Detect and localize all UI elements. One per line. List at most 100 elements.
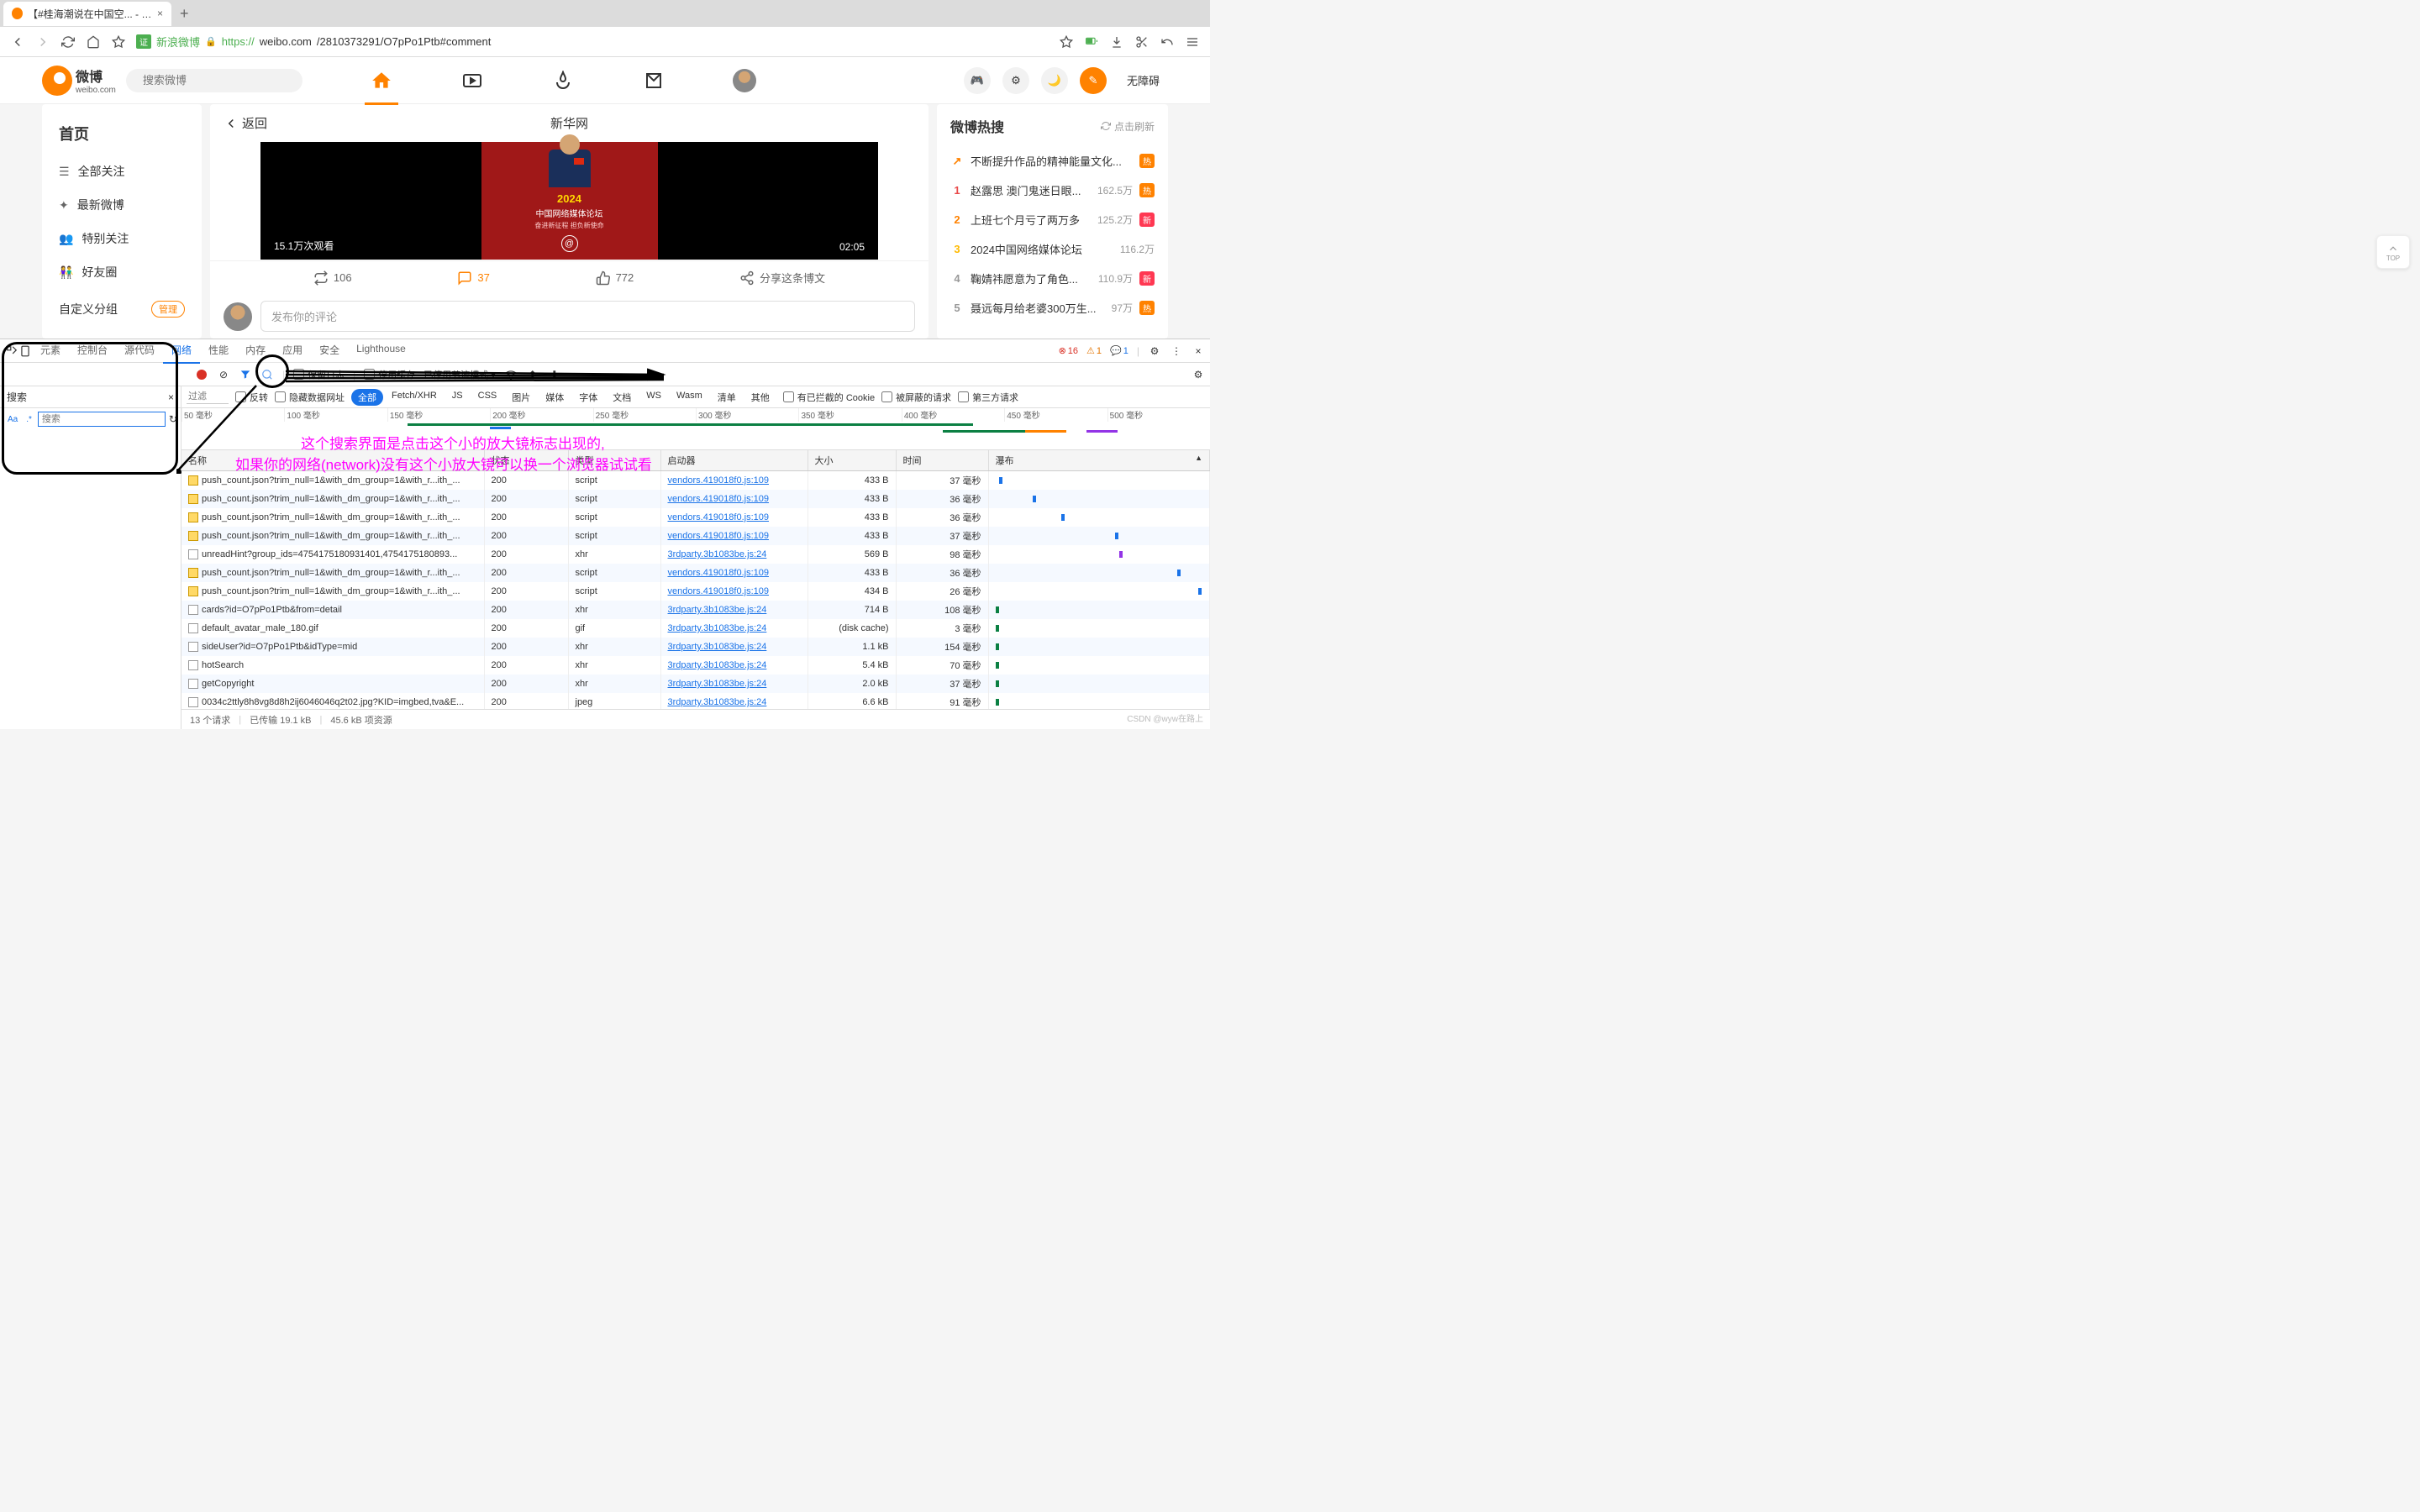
col-type[interactable]: 类型 [568, 450, 660, 471]
devtools-tab[interactable]: 源代码 [116, 338, 163, 364]
network-row[interactable]: push_count.json?trim_null=1&with_dm_grou… [182, 582, 1210, 601]
col-name[interactable]: 名称 [182, 450, 484, 471]
back-icon[interactable] [10, 34, 25, 50]
bookmark-icon[interactable] [1059, 34, 1074, 50]
devtools-tab[interactable]: Lighthouse [348, 338, 414, 364]
disable-cache-checkbox[interactable]: 停用缓存 [364, 368, 415, 381]
network-row[interactable]: push_count.json?trim_null=1&with_dm_grou… [182, 564, 1210, 582]
scroll-top-button[interactable]: TOP [2376, 235, 2410, 269]
cell-initiator[interactable]: 3rdparty.3b1083be.js:24 [660, 638, 808, 656]
browser-tab[interactable]: 【#桂海潮说在中国空... - @新 × [3, 2, 171, 26]
upload-icon[interactable]: ⬆ [526, 368, 539, 381]
undo-icon[interactable] [1160, 34, 1175, 50]
col-initiator[interactable]: 启动器 [660, 450, 808, 471]
filter-chip[interactable]: Wasm [670, 389, 709, 406]
col-time[interactable]: 时间 [896, 450, 988, 471]
network-row[interactable]: 0034c2ttly8h8vg8d8h2ij6046046q2t02.jpg?K… [182, 693, 1210, 709]
close-icon[interactable]: × [157, 8, 163, 19]
devtools-tab[interactable]: 性能 [200, 338, 237, 364]
filter-input[interactable] [187, 390, 229, 404]
col-waterfall[interactable]: 瀑布 ▲ [988, 450, 1210, 471]
network-row[interactable]: default_avatar_male_180.gif 200 gif 3rdp… [182, 619, 1210, 638]
warning-badge[interactable]: ⚠ 1 [1086, 345, 1102, 356]
filter-chip[interactable]: 全部 [351, 389, 383, 406]
blocked-cookie-checkbox[interactable]: 有已拦截的 Cookie [783, 391, 875, 404]
search-input[interactable] [143, 74, 291, 87]
gear-icon[interactable]: ⚙ [1002, 67, 1029, 94]
scissors-icon[interactable] [1134, 34, 1150, 50]
preserve-log-checkbox[interactable]: 保留日志 [293, 368, 345, 381]
network-row[interactable]: push_count.json?trim_null=1&with_dm_grou… [182, 527, 1210, 545]
filter-chip[interactable]: 图片 [505, 389, 537, 406]
nav-message-icon[interactable] [642, 69, 666, 92]
filter-chip[interactable]: Fetch/XHR [385, 389, 444, 406]
star-icon[interactable] [111, 34, 126, 50]
cell-initiator[interactable]: vendors.419018f0.js:109 [660, 490, 808, 508]
search-box[interactable] [126, 69, 302, 92]
network-row[interactable]: push_count.json?trim_null=1&with_dm_grou… [182, 508, 1210, 527]
hot-search-item[interactable]: 2上班七个月亏了两万多125.2万新 [950, 205, 1155, 234]
filter-chip[interactable]: CSS [471, 389, 504, 406]
cell-initiator[interactable]: vendors.419018f0.js:109 [660, 564, 808, 582]
col-status[interactable]: 状态 [484, 450, 568, 471]
network-timeline[interactable]: 50 毫秒100 毫秒150 毫秒200 毫秒250 毫秒300 毫秒350 毫… [182, 408, 1210, 450]
comment-button[interactable]: 37 [457, 270, 489, 286]
more-icon[interactable]: ⋮ [1170, 344, 1183, 358]
hot-search-item[interactable]: 32024中国网络媒体论坛116.2万 [950, 234, 1155, 264]
filter-chip[interactable]: 字体 [572, 389, 604, 406]
compose-icon[interactable]: ✎ [1080, 67, 1107, 94]
filter-chip[interactable]: 清单 [711, 389, 743, 406]
filter-icon[interactable] [239, 368, 252, 381]
cell-initiator[interactable]: 3rdparty.3b1083be.js:24 [660, 693, 808, 709]
comment-input[interactable]: 发布你的评论 [260, 301, 915, 332]
cell-initiator[interactable]: vendors.419018f0.js:109 [660, 471, 808, 491]
home-icon[interactable] [86, 34, 101, 50]
sidebar-item[interactable]: 👫好友圈 [42, 255, 202, 289]
game-icon[interactable]: 🎮 [964, 67, 991, 94]
forward-button[interactable]: 106 [313, 270, 352, 286]
cell-initiator[interactable]: 3rdparty.3b1083be.js:24 [660, 619, 808, 638]
inspect-icon[interactable] [5, 344, 18, 358]
info-badge[interactable]: 💬 1 [1110, 345, 1128, 356]
filter-chip[interactable]: WS [639, 389, 668, 406]
share-button[interactable]: 分享这条博文 [739, 270, 825, 286]
nav-discover-icon[interactable] [551, 69, 575, 92]
network-row[interactable]: sideUser?id=O7pPo1Ptb&idType=mid 200 xhr… [182, 638, 1210, 656]
filter-chip[interactable]: 文档 [606, 389, 638, 406]
search-input[interactable] [38, 412, 166, 427]
devtools-tab[interactable]: 安全 [311, 338, 348, 364]
third-party-checkbox[interactable]: 第三方请求 [958, 391, 1018, 404]
gear-icon[interactable]: ⚙ [1148, 344, 1161, 358]
nav-home-icon[interactable] [370, 69, 393, 92]
forward-icon[interactable] [35, 34, 50, 50]
error-badge[interactable]: ⊗ 16 [1059, 345, 1078, 356]
blocked-req-checkbox[interactable]: 被屏蔽的请求 [881, 391, 951, 404]
devtools-tab[interactable]: 网络 [163, 338, 200, 364]
sidebar-item[interactable]: ☰全部关注 [42, 155, 202, 188]
manage-button[interactable]: 管理 [151, 301, 185, 318]
filter-chip[interactable]: JS [445, 389, 470, 406]
throttling-dropdown[interactable]: 已停用节流模式 ▾ [424, 368, 496, 381]
moon-icon[interactable]: 🌙 [1041, 67, 1068, 94]
case-toggle[interactable]: Aa [5, 415, 20, 424]
accessibility-link[interactable]: 无障碍 [1118, 72, 1168, 88]
network-row[interactable]: unreadHint?group_ids=4754175180931401,47… [182, 545, 1210, 564]
download-icon[interactable] [1109, 34, 1124, 50]
hide-data-checkbox[interactable]: 隐藏数据网址 [275, 391, 345, 404]
video-player[interactable]: 2024 中国网络媒体论坛 奋进新征程 担负新使命 @ 15.1万次观看 02:… [260, 142, 878, 260]
regex-toggle[interactable]: .* [24, 415, 34, 424]
clear-icon[interactable]: ⊘ [217, 368, 230, 381]
wifi-icon[interactable] [504, 368, 518, 381]
col-size[interactable]: 大小 [808, 450, 896, 471]
hot-search-item[interactable]: 1赵露思 澳门鬼迷日眼...162.5万热 [950, 176, 1155, 205]
cell-initiator[interactable]: 3rdparty.3b1083be.js:24 [660, 601, 808, 619]
close-icon[interactable]: × [1192, 344, 1205, 358]
reload-icon[interactable] [60, 34, 76, 50]
search-icon[interactable] [260, 368, 274, 381]
cell-initiator[interactable]: vendors.419018f0.js:109 [660, 527, 808, 545]
hot-search-item[interactable]: ↗不断提升作品的精神能量文化...热 [950, 146, 1155, 176]
hot-search-item[interactable]: 5聂远每月给老婆300万生...97万热 [950, 293, 1155, 323]
back-button[interactable]: 返回 [224, 114, 267, 132]
nav-video-icon[interactable] [460, 69, 484, 92]
network-row[interactable]: getCopyright 200 xhr 3rdparty.3b1083be.j… [182, 675, 1210, 693]
